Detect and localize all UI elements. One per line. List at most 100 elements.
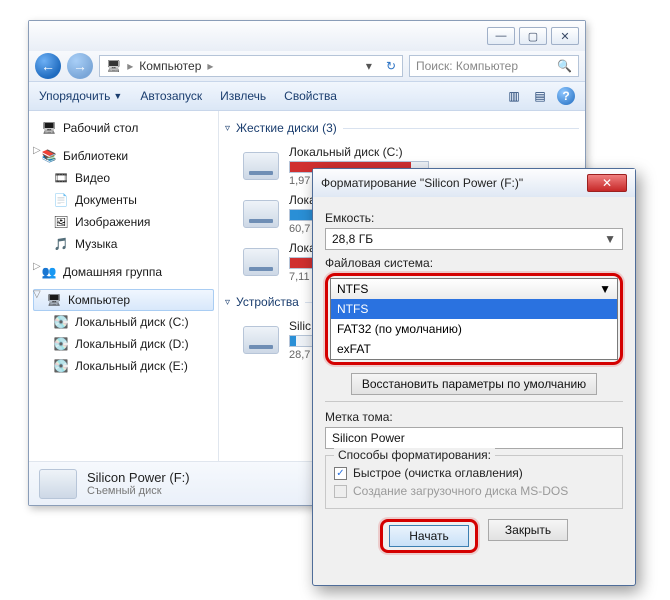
sidebar-label: Видео [75,171,110,185]
restore-defaults-button[interactable]: Восстановить параметры по умолчанию [351,373,597,395]
search-input[interactable]: Поиск: Компьютер 🔍 [409,55,579,77]
sidebar-item-drive-c[interactable]: 💽 Локальный диск (C:) [29,311,218,333]
view-icon[interactable]: ▥ [505,87,523,105]
fs-option-exfat[interactable]: exFAT [331,339,617,359]
chevron-icon[interactable]: ▷ [33,261,41,272]
category-label: Устройства [236,295,299,309]
quick-format-label: Быстрое (очистка оглавления) [353,466,523,480]
filesystem-label: Файловая система: [325,256,623,270]
autoplay-button[interactable]: Автозапуск [140,89,202,103]
checkbox-disabled-icon [334,485,347,498]
close-dialog-button[interactable]: Закрыть [488,519,568,541]
fs-option-fat32[interactable]: FAT32 (по умолчанию) [331,319,617,339]
breadcrumb-sep-icon: ▸ [207,59,213,73]
checkbox-checked-icon[interactable]: ✓ [334,467,347,480]
collapse-icon: ▿ [225,297,230,308]
sidebar-item-images[interactable]: 🖼 Изображения [29,211,218,233]
sidebar-label: Рабочий стол [63,121,138,135]
filesystem-selected[interactable]: NTFS ▼ [331,279,617,299]
dropdown-icon: ▼ [604,232,616,246]
sidebar-item-documents[interactable]: 📄 Документы [29,189,218,211]
minimize-button[interactable]: — [487,27,515,45]
chevron-down-icon[interactable]: ▽ [33,289,41,300]
drive-icon [243,152,279,180]
breadcrumb-sep-icon: ▸ [127,59,133,73]
address-bar[interactable]: 🖥 ▸ Компьютер ▸ ▾ ↻ [99,55,403,77]
volume-label-value: Silicon Power [332,431,405,445]
sidebar-item-computer[interactable]: 🖥 Компьютер [33,289,214,311]
category-label: Жесткие диски (3) [236,121,337,135]
properties-button[interactable]: Свойства [284,89,337,103]
sidebar-item-video[interactable]: 🎞Видео [29,167,218,189]
sidebar-item-desktop[interactable]: 🖥 Рабочий стол [29,117,218,139]
sidebar-item-homegroup[interactable]: 👥 Домашняя группа [29,261,218,283]
explorer-titlebar: — ▢ ✕ [29,21,585,51]
dialog-close-button[interactable]: ✕ [587,174,627,192]
status-drive-type: Съемный диск [87,485,190,497]
sidebar-label: Библиотеки [63,149,128,163]
format-methods-group: Способы форматирования: ✓ Быстрое (очист… [325,455,623,509]
dialog-title-text: Форматирование "Silicon Power (F:)" [321,176,523,190]
refresh-icon[interactable]: ↻ [386,59,396,73]
volume-label-label: Метка тома: [325,410,623,424]
msdos-boot-label: Создание загрузочного диска MS-DOS [353,484,568,498]
sidebar-label: Музыка [75,237,117,251]
start-button[interactable]: Начать [389,525,469,547]
dropdown-icon: ▼ [599,282,611,296]
drive-icon [243,248,279,276]
format-methods-legend: Способы форматирования: [334,448,495,462]
drive-icon [39,469,77,499]
dialog-titlebar[interactable]: Форматирование "Silicon Power (F:)" ✕ [313,169,635,197]
sidebar-label: Локальный диск (C:) [75,315,189,329]
preview-pane-icon[interactable]: ▤ [531,87,549,105]
sidebar-label: Изображения [75,215,150,229]
capacity-value: 28,8 ГБ [332,232,373,246]
collapse-icon: ▿ [225,123,230,134]
sidebar-item-drive-e[interactable]: 💽Локальный диск (E:) [29,355,218,377]
search-icon: 🔍 [557,59,572,73]
category-hard-drives[interactable]: ▿ Жесткие диски (3) [225,119,579,141]
sidebar-label: Документы [75,193,137,207]
filesystem-select-open[interactable]: NTFS ▼ NTFS FAT32 (по умолчанию) exFAT [330,278,618,360]
music-icon: 🎵 [53,236,69,252]
sidebar-label: Домашняя группа [63,265,162,279]
chevron-icon[interactable]: ▷ [33,145,41,156]
explorer-toolbar: Упорядочить▼ Автозапуск Извлечь Свойства… [29,81,585,111]
organize-menu[interactable]: Упорядочить▼ [39,89,122,103]
capacity-select[interactable]: 28,8 ГБ ▼ [325,228,623,250]
homegroup-icon: 👥 [41,264,57,280]
msdos-boot-checkbox-row: Создание загрузочного диска MS-DOS [334,482,614,500]
computer-icon: 🖥 [46,292,62,308]
libraries-icon: 📚 [41,148,57,164]
computer-icon: 🖥 [106,59,121,73]
drive-icon [243,326,279,354]
address-dropdown-icon[interactable]: ▾ [366,59,372,73]
extract-button[interactable]: Извлечь [220,89,266,103]
close-button[interactable]: ✕ [551,27,579,45]
documents-icon: 📄 [53,192,69,208]
nav-forward-button[interactable]: → [67,53,93,79]
sidebar-item-libraries[interactable]: 📚 Библиотеки [29,145,218,167]
quick-format-checkbox-row[interactable]: ✓ Быстрое (очистка оглавления) [334,464,614,482]
drive-icon: 💽 [53,358,69,374]
breadcrumb-location[interactable]: Компьютер [139,59,201,73]
drive-icon: 💽 [53,314,69,330]
drive-icon [243,200,279,228]
nav-back-button[interactable]: ← [35,53,61,79]
drive-icon: 💽 [53,336,69,352]
address-bar-row: ← → 🖥 ▸ Компьютер ▸ ▾ ↻ Поиск: Компьютер… [29,51,585,81]
volume-label-input[interactable]: Silicon Power [325,427,623,449]
sidebar-item-drive-d[interactable]: 💽 Локальный диск (D:) [29,333,218,355]
navigation-pane: 🖥 Рабочий стол ▷ 📚 Библиотеки 🎞Видео 📄 До… [29,111,219,461]
fs-option-ntfs[interactable]: NTFS [331,299,617,319]
help-icon[interactable]: ? [557,87,575,105]
sidebar-item-music[interactable]: 🎵 Музыка [29,233,218,255]
sidebar-label: Компьютер [68,293,130,307]
divider [325,401,623,402]
highlight-filesystem: NTFS ▼ NTFS FAT32 (по умолчанию) exFAT [325,273,623,365]
images-icon: 🖼 [53,214,69,230]
maximize-button[interactable]: ▢ [519,27,547,45]
drive-name: Локальный диск (C:) [289,145,579,159]
search-placeholder: Поиск: Компьютер [416,59,518,73]
sidebar-label: Локальный диск (D:) [75,337,189,351]
